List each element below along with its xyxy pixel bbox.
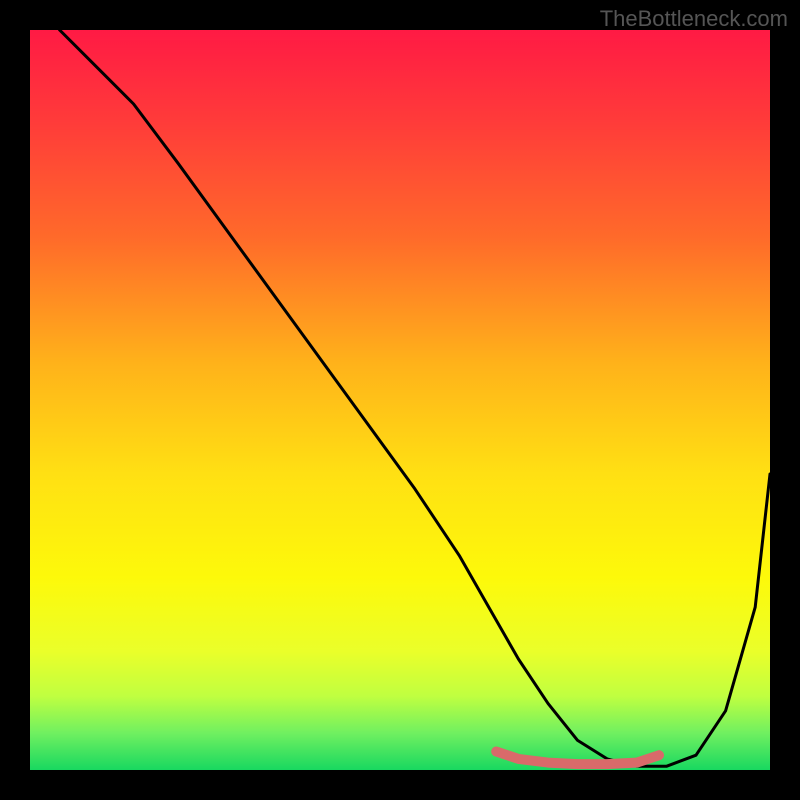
chart-background — [30, 30, 770, 770]
watermark-text: TheBottleneck.com — [600, 6, 788, 32]
chart-svg — [30, 30, 770, 770]
plot-area — [30, 30, 770, 770]
